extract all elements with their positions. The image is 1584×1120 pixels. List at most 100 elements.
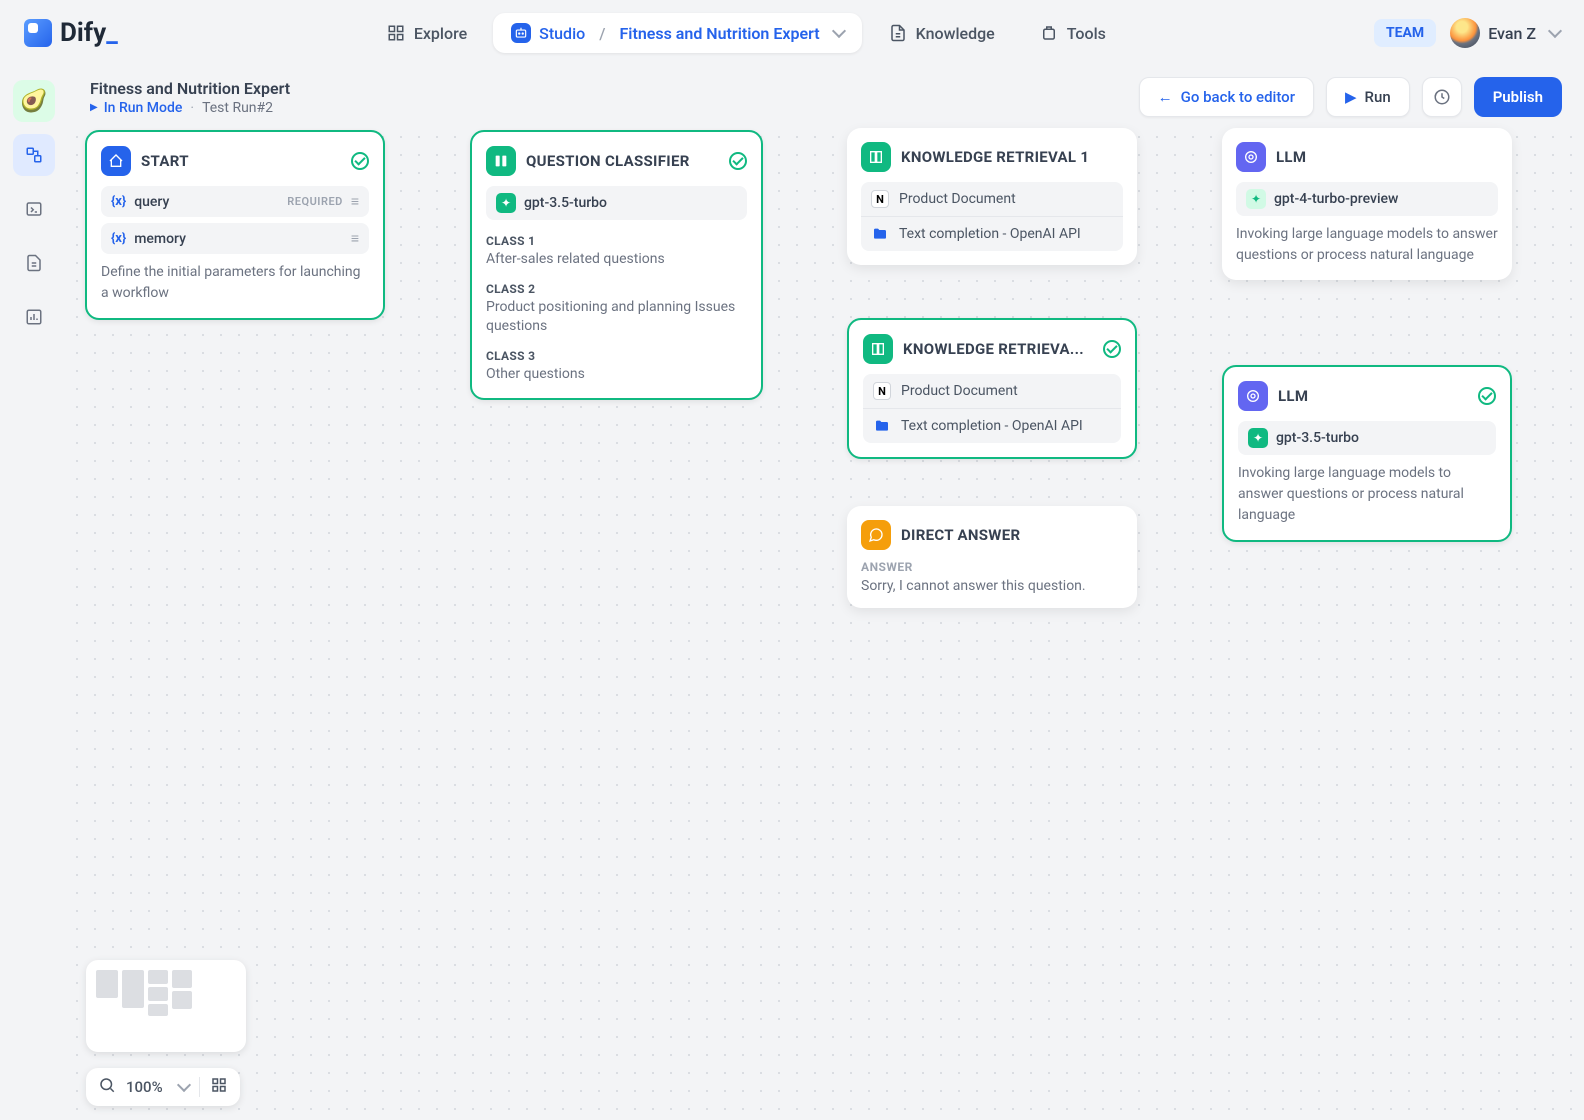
- var-row[interactable]: {x} memory ≡: [101, 223, 369, 254]
- model-name: gpt-4-turbo-preview: [1274, 191, 1398, 207]
- check-icon: [1478, 387, 1496, 405]
- nav-explore[interactable]: Explore: [368, 13, 485, 53]
- node-description: Define the initial parameters for launch…: [101, 262, 369, 304]
- folder-icon: [873, 417, 891, 435]
- node-title: START: [141, 152, 341, 170]
- openai-icon: ✦: [1248, 428, 1268, 448]
- breadcrumb-app-name: Fitness and Nutrition Expert: [619, 24, 819, 43]
- arrow-left-icon: ←: [1158, 88, 1173, 106]
- node-llm-2[interactable]: LLM ✦ gpt-3.5-turbo Invoking large langu…: [1222, 365, 1512, 542]
- nav-studio-label: Studio: [539, 24, 585, 43]
- chevron-down-icon[interactable]: [832, 24, 846, 38]
- run-button[interactable]: ▶ Run: [1326, 77, 1410, 117]
- class-text: Product positioning and planning Issues …: [486, 298, 747, 337]
- workflow-canvas[interactable]: START {x} query REQUIRED ≡ {x} memory ≡ …: [68, 128, 1584, 1120]
- app-avatar[interactable]: 🥑: [13, 80, 55, 122]
- menu-icon: ≡: [351, 230, 359, 247]
- var-row[interactable]: {x} query REQUIRED ≡: [101, 186, 369, 217]
- nav-knowledge[interactable]: Knowledge: [870, 13, 1013, 53]
- model-selector[interactable]: ✦ gpt-4-turbo-preview: [1236, 182, 1498, 216]
- notion-icon: N: [871, 190, 889, 208]
- class-label: CLASS 2: [486, 282, 747, 296]
- back-button-label: Go back to editor: [1181, 88, 1295, 106]
- play-icon: ▶: [1345, 88, 1357, 106]
- notion-icon: N: [873, 382, 891, 400]
- logo-text: Dify_: [60, 18, 118, 48]
- node-description: Invoking large language models to answer…: [1236, 224, 1498, 266]
- run-button-label: Run: [1365, 88, 1391, 106]
- classifier-icon: [486, 146, 516, 176]
- folder-icon: [871, 225, 889, 243]
- document-icon: [888, 23, 908, 43]
- layout-icon[interactable]: [210, 1076, 228, 1098]
- avatar: [1450, 18, 1480, 48]
- answer-text: Sorry, I cannot answer this question.: [861, 578, 1123, 594]
- minimap-content: [96, 970, 236, 1016]
- node-llm-1[interactable]: LLM ✦ gpt-4-turbo-preview Invoking large…: [1222, 128, 1512, 280]
- chevron-down-icon[interactable]: [177, 1078, 191, 1092]
- class-item[interactable]: CLASS 2 Product positioning and planning…: [486, 276, 747, 343]
- book-icon: [861, 142, 891, 172]
- node-title: DIRECT ANSWER: [901, 526, 1123, 544]
- model-selector[interactable]: ✦ gpt-3.5-turbo: [486, 186, 747, 220]
- node-knowledge-retrieval-2[interactable]: KNOWLEDGE RETRIEVA... NProduct Document …: [847, 318, 1137, 459]
- grid-icon: [386, 23, 406, 43]
- kb-source-label: Product Document: [899, 191, 1016, 207]
- back-to-editor-button[interactable]: ← Go back to editor: [1139, 77, 1314, 117]
- openai-icon: ✦: [496, 193, 516, 213]
- var-icon: {x}: [111, 231, 126, 246]
- chevron-down-icon: [1548, 24, 1562, 38]
- kb-source[interactable]: N Product Document: [863, 374, 1121, 408]
- var-name: query: [134, 194, 279, 210]
- class-label: CLASS 3: [486, 349, 747, 363]
- zoom-level: 100%: [126, 1078, 163, 1096]
- kb-source[interactable]: Text completion - OpenAI API: [861, 216, 1123, 251]
- required-badge: REQUIRED: [287, 195, 343, 208]
- history-button[interactable]: [1422, 77, 1462, 117]
- separator: [199, 1077, 200, 1097]
- node-start[interactable]: START {x} query REQUIRED ≡ {x} memory ≡ …: [85, 130, 385, 320]
- openai-icon: ✦: [1246, 189, 1266, 209]
- kb-source[interactable]: N Product Document: [861, 182, 1123, 216]
- rail-workflow[interactable]: [13, 134, 55, 176]
- node-title: LLM: [1276, 148, 1498, 166]
- class-label: CLASS 1: [486, 234, 747, 248]
- rail-terminal[interactable]: [13, 188, 55, 230]
- check-icon: [729, 152, 747, 170]
- zoom-control[interactable]: 100%: [86, 1068, 240, 1106]
- class-item[interactable]: CLASS 3 Other questions: [486, 343, 747, 391]
- nav-tools[interactable]: Tools: [1021, 13, 1124, 53]
- class-text: After-sales related questions: [486, 250, 747, 270]
- user-name: Evan Z: [1488, 24, 1536, 43]
- model-name: gpt-3.5-turbo: [1276, 430, 1359, 446]
- model-selector[interactable]: ✦ gpt-3.5-turbo: [1238, 421, 1496, 455]
- node-knowledge-retrieval-1[interactable]: KNOWLEDGE RETRIEVAL 1 NProduct Document …: [847, 128, 1137, 265]
- check-icon: [351, 152, 369, 170]
- kb-source-label: Product Document: [901, 383, 1018, 399]
- search-icon: [98, 1076, 116, 1098]
- nav-tools-label: Tools: [1067, 24, 1106, 43]
- nav-studio[interactable]: Studio / Fitness and Nutrition Expert: [493, 13, 861, 53]
- user-menu[interactable]: Evan Z: [1450, 18, 1560, 48]
- class-item[interactable]: CLASS 1 After-sales related questions: [486, 228, 747, 276]
- node-title: LLM: [1278, 387, 1468, 405]
- answer-icon: [861, 520, 891, 550]
- menu-icon: ≡: [351, 193, 359, 210]
- test-run-label: Test Run#2: [202, 100, 273, 116]
- check-icon: [1103, 340, 1121, 358]
- node-description: Invoking large language models to answer…: [1238, 463, 1496, 526]
- rail-logs[interactable]: [13, 242, 55, 284]
- kb-source[interactable]: Text completion - OpenAI API: [863, 408, 1121, 443]
- publish-button[interactable]: Publish: [1474, 77, 1562, 117]
- rail-analytics[interactable]: [13, 296, 55, 338]
- answer-label: ANSWER: [861, 560, 1123, 574]
- node-direct-answer[interactable]: DIRECT ANSWER ANSWER Sorry, I cannot ans…: [847, 506, 1137, 608]
- logo[interactable]: Dify_: [24, 18, 118, 48]
- var-icon: {x}: [111, 194, 126, 209]
- class-text: Other questions: [486, 365, 747, 385]
- node-classifier[interactable]: QUESTION CLASSIFIER ✦ gpt-3.5-turbo CLAS…: [470, 130, 763, 400]
- kb-source-label: Text completion - OpenAI API: [901, 418, 1083, 434]
- run-mode-status: In Run Mode: [90, 100, 182, 116]
- minimap[interactable]: [86, 960, 246, 1052]
- team-badge[interactable]: TEAM: [1374, 19, 1436, 47]
